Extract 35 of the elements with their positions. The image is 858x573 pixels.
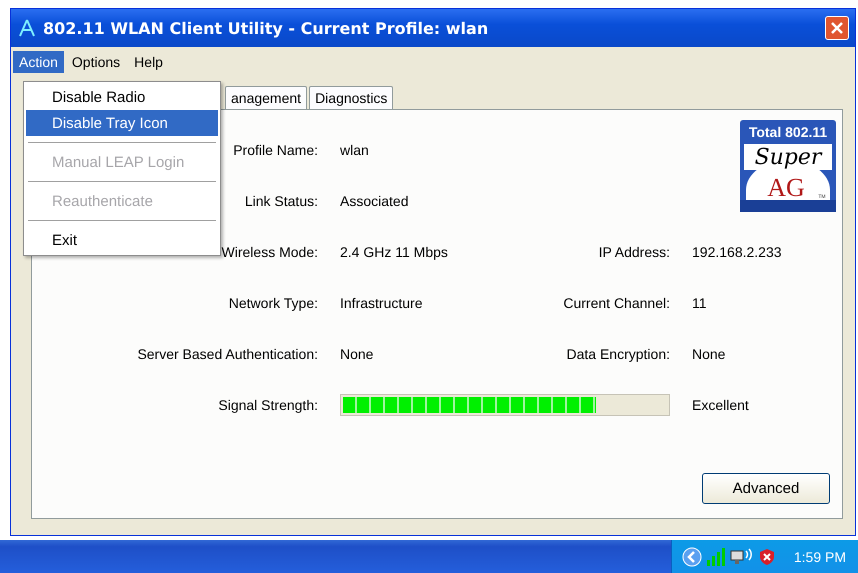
field-label: Network Type: bbox=[228, 294, 318, 310]
chevron-left-icon[interactable] bbox=[682, 546, 702, 566]
advanced-button[interactable]: Advanced bbox=[702, 473, 830, 504]
network-monitor-icon[interactable] bbox=[730, 548, 754, 566]
clock: 1:59 PM bbox=[794, 548, 846, 564]
close-icon bbox=[830, 21, 844, 35]
security-shield-icon[interactable] bbox=[758, 548, 776, 566]
field-label: IP Address: bbox=[598, 244, 670, 260]
field-label: Wireless Mode: bbox=[222, 244, 318, 260]
field-value: Infrastructure bbox=[340, 294, 422, 310]
field-label: Current Channel: bbox=[563, 294, 670, 310]
close-button[interactable] bbox=[825, 16, 849, 40]
field-value: 11 bbox=[692, 294, 707, 310]
tab[interactable]: Diagnostics bbox=[309, 86, 394, 109]
menu-item[interactable]: Disable Radio bbox=[26, 84, 218, 110]
field-value: 2.4 GHz 11 Mbps bbox=[340, 244, 448, 260]
field-value: Associated bbox=[340, 192, 408, 208]
field-label: Server Based Authentication: bbox=[137, 346, 318, 362]
menu-bar-item[interactable]: Help bbox=[128, 51, 169, 73]
app-logo-icon bbox=[19, 19, 35, 37]
tab[interactable]: anagement bbox=[225, 86, 308, 109]
window-title: 802.11 WLAN Client Utility - Current Profile: wlan bbox=[43, 18, 490, 38]
field-label: Signal Strength: bbox=[218, 396, 318, 412]
field-value: None bbox=[692, 346, 726, 362]
field-value: 192.168.2.233 bbox=[692, 244, 782, 260]
signal-reading: Excellent bbox=[692, 396, 749, 412]
menu-item[interactable]: Disable Tray Icon bbox=[26, 110, 218, 136]
menu-bar-item[interactable]: Options bbox=[66, 51, 126, 73]
field-value: wlan bbox=[340, 142, 369, 158]
field-value: None bbox=[340, 346, 374, 362]
field-label: Data Encryption: bbox=[566, 346, 670, 362]
field-label: Link Status: bbox=[244, 192, 318, 208]
menu-bar-item[interactable]: Action bbox=[13, 51, 64, 73]
menu-item[interactable]: Exit bbox=[26, 227, 218, 253]
field-label: Profile Name: bbox=[233, 142, 318, 158]
